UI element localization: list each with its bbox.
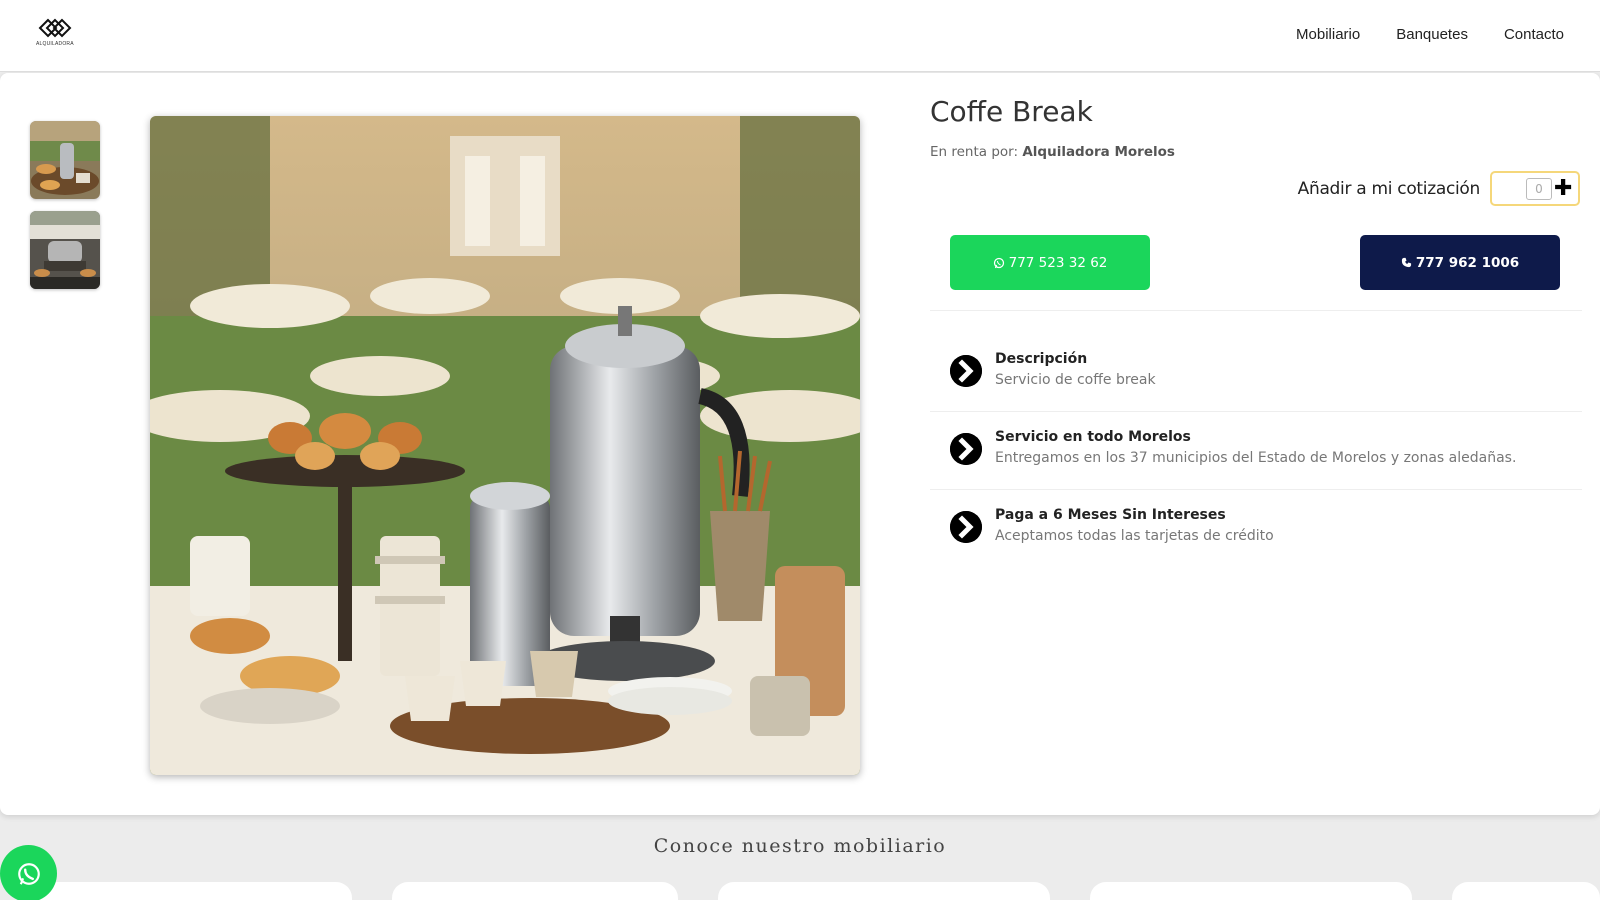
logo-text: ALQUILADORA xyxy=(36,41,74,47)
chevron-circle-right-icon xyxy=(950,433,982,465)
whatsapp-icon xyxy=(17,862,40,885)
chevron-circle-right-icon xyxy=(950,511,982,543)
product-title: Coffe Break xyxy=(930,95,1093,128)
nav-contacto[interactable]: Contacto xyxy=(1504,26,1564,43)
furniture-card[interactable] xyxy=(392,882,678,900)
furniture-card[interactable] xyxy=(718,882,1050,900)
feature-meses-sin-intereses: Paga a 6 Meses Sin Intereses Aceptamos t… xyxy=(950,507,1580,557)
divider xyxy=(930,411,1582,412)
rented-by: En renta por: Alquiladora Morelos xyxy=(930,144,1175,160)
plus-icon[interactable]: ✚ xyxy=(1554,176,1572,201)
phone-button[interactable]: 777 962 1006 xyxy=(1360,235,1560,290)
divider xyxy=(930,310,1582,311)
feature-description: Aceptamos todas las tarjetas de crédito xyxy=(995,528,1274,544)
section-title: Conoce nuestro mobiliario xyxy=(653,835,947,857)
whatsapp-icon xyxy=(993,257,1004,268)
furniture-card[interactable] xyxy=(30,882,352,900)
main-nav: Mobiliario Banquetes Contacto xyxy=(1296,26,1564,43)
product-main-image[interactable] xyxy=(150,116,860,775)
whatsapp-number: 777 523 32 62 xyxy=(1008,254,1108,271)
furniture-card[interactable] xyxy=(1090,882,1412,900)
quantity-stepper: ✚ xyxy=(1490,171,1580,206)
whatsapp-button[interactable]: 777 523 32 62 xyxy=(950,235,1150,290)
feature-descripcion: Descripción Servicio de coffe break xyxy=(950,351,1580,401)
floating-whatsapp-button[interactable] xyxy=(0,845,57,900)
rented-by-label: En renta por: xyxy=(930,144,1019,160)
phone-icon xyxy=(1401,257,1411,268)
nav-mobiliario[interactable]: Mobiliario xyxy=(1296,26,1360,43)
rented-by-company[interactable]: Alquiladora Morelos xyxy=(1022,144,1175,160)
furniture-card[interactable] xyxy=(1452,882,1600,900)
feature-title: Descripción xyxy=(995,351,1088,367)
phone-number: 777 962 1006 xyxy=(1415,254,1520,271)
feature-servicio-morelos: Servicio en todo Morelos Entregamos en l… xyxy=(950,429,1580,479)
add-to-quote: Añadir a mi cotización ✚ xyxy=(1298,171,1580,206)
chevron-circle-right-icon xyxy=(950,355,982,387)
site-header: ALQUILADORA Mobiliario Banquetes Contact… xyxy=(0,0,1600,72)
product-card: Coffe Break En renta por: Alquiladora Mo… xyxy=(0,73,1600,815)
add-to-quote-label: Añadir a mi cotización xyxy=(1297,178,1481,199)
divider xyxy=(930,489,1582,490)
feature-title: Paga a 6 Meses Sin Intereses xyxy=(995,507,1226,523)
feature-description: Servicio de coffe break xyxy=(995,372,1156,388)
quantity-input[interactable] xyxy=(1526,178,1552,200)
feature-title: Servicio en todo Morelos xyxy=(995,429,1191,445)
nav-banquetes[interactable]: Banquetes xyxy=(1396,26,1468,43)
product-thumbnail-1[interactable] xyxy=(30,121,100,199)
feature-description: Entregamos en los 37 municipios del Esta… xyxy=(995,450,1517,466)
product-thumbnail-2[interactable] xyxy=(30,211,100,289)
